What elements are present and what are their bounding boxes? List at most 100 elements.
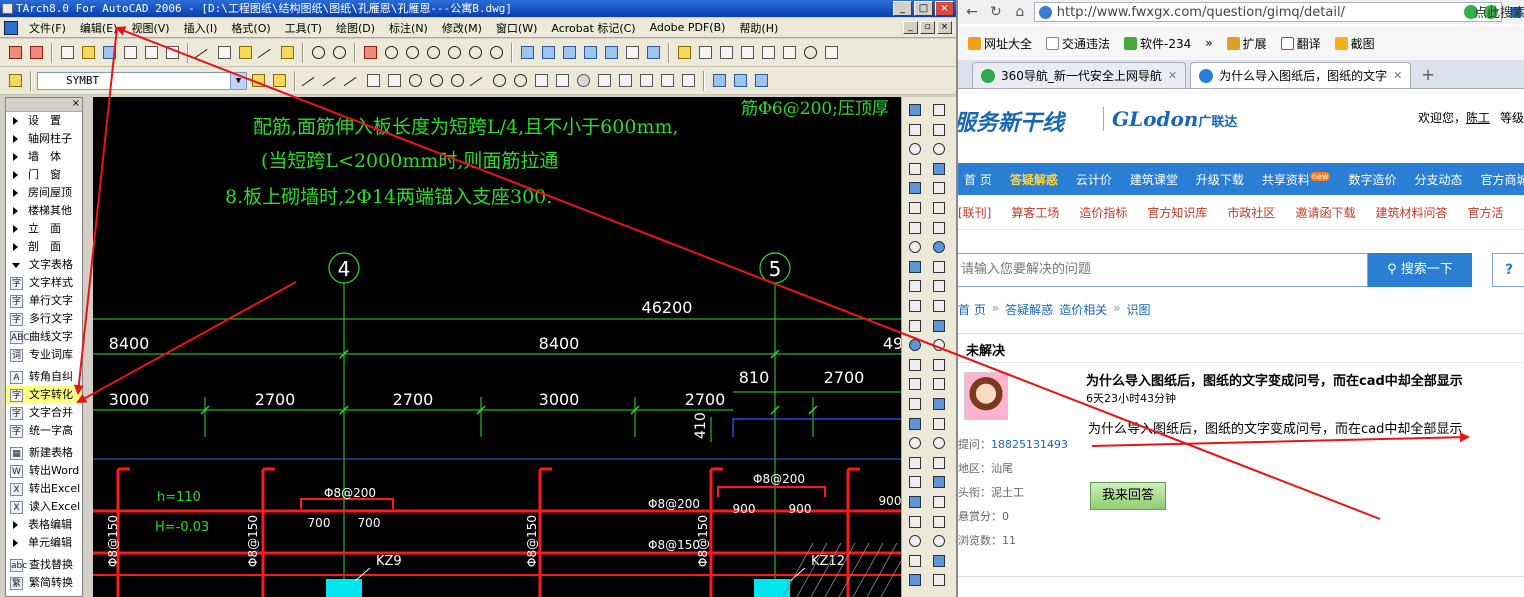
nav-secondary-item[interactable]: 造价指标 (1079, 204, 1127, 221)
center-mark-icon[interactable] (930, 571, 949, 590)
menu-help[interactable]: 帮助(H) (732, 20, 785, 36)
tool-palettes-icon[interactable] (560, 43, 579, 62)
3d-box-icon[interactable] (906, 140, 925, 159)
screen-menu-item[interactable]: W 转出Word (6, 462, 82, 480)
properties-icon[interactable] (518, 43, 537, 62)
nav-primary-item[interactable]: 答疑解惑 (1010, 171, 1058, 188)
screen-menu-item[interactable]: 字文字合并 (6, 404, 82, 422)
align-icon[interactable] (906, 258, 925, 277)
new-file-icon[interactable] (58, 43, 77, 62)
make-block-icon[interactable] (553, 71, 572, 90)
screen-menu-item[interactable]: 楼梯其他 (6, 202, 82, 220)
dimension-ordinate-icon[interactable] (906, 434, 925, 453)
undo-icon[interactable] (309, 43, 328, 62)
layer-select[interactable]: SYMBT ▼ (37, 71, 247, 90)
layer-icon[interactable] (930, 121, 949, 140)
bookmark-software[interactable]: 软件-234 (1124, 35, 1191, 52)
menu-draw[interactable]: 绘图(D) (329, 20, 382, 36)
offset-icon[interactable] (738, 43, 757, 62)
cut-icon[interactable] (194, 43, 215, 69)
render-icon[interactable] (906, 317, 925, 336)
center-mark-icon[interactable] (906, 571, 925, 590)
search-button[interactable]: ⚲ 搜索一下 (1368, 253, 1472, 287)
wedge-icon[interactable] (906, 219, 925, 238)
zoom-extents-icon[interactable] (466, 43, 485, 62)
leader-icon[interactable] (752, 71, 771, 90)
brand-logo[interactable]: GLodon广联达 (1103, 107, 1237, 131)
screenshot-button[interactable]: 截图 (1334, 35, 1375, 52)
screen-menu-item[interactable]: A 转角自纠 (6, 368, 82, 386)
minimize-button[interactable]: _ (893, 1, 912, 16)
print-icon[interactable] (121, 43, 140, 62)
dimension-angular-icon[interactable] (906, 473, 925, 492)
layer-icon[interactable] (906, 121, 925, 140)
nav-secondary-item[interactable]: [联刊] (958, 204, 991, 221)
translate-button[interactable]: 翻译 (1280, 35, 1321, 52)
block-editor-icon[interactable] (278, 43, 297, 62)
tarch-icon[interactable] (6, 43, 25, 62)
rectangle-icon[interactable] (385, 71, 404, 90)
crumb-home[interactable]: 首 页 (958, 301, 986, 319)
screen-menu-item[interactable]: ▦ 新建表格 (6, 444, 82, 462)
mirror-icon[interactable] (717, 43, 736, 62)
dimension-angular-icon[interactable] (930, 473, 949, 492)
menu-modify[interactable]: 修改(M) (435, 20, 489, 36)
continue-dim-icon[interactable] (930, 532, 949, 551)
crumb-drawing[interactable]: 识图 (1127, 301, 1151, 319)
point-icon[interactable] (574, 71, 593, 90)
help-button[interactable]: ? (1492, 253, 1524, 287)
arc-icon[interactable] (406, 71, 425, 90)
screen-menu-item[interactable]: 剖 面 (6, 238, 82, 256)
screen-menu-item[interactable]: abc 查找替换 (6, 556, 82, 574)
match-properties-icon[interactable] (257, 43, 278, 69)
menu-format[interactable]: 格式(O) (224, 20, 277, 36)
help-icon[interactable] (644, 43, 663, 62)
sheet-set-icon[interactable] (581, 43, 600, 62)
orbit-icon[interactable] (906, 297, 925, 316)
search-shortcut[interactable]: 点此搜索 (1474, 2, 1524, 21)
gradient-icon[interactable] (616, 71, 635, 90)
doc-minimize-button[interactable]: _ (903, 21, 918, 34)
publish-icon[interactable] (163, 43, 182, 62)
screen-menu-item[interactable]: 字统一字高 (6, 422, 82, 440)
menu-insert[interactable]: 插入(I) (177, 20, 225, 36)
menu-dimension[interactable]: 标注(N) (382, 20, 435, 36)
light-icon[interactable] (930, 336, 949, 355)
pan-icon[interactable] (361, 43, 380, 62)
close-icon[interactable]: ✕ (1393, 69, 1402, 82)
nav-primary-item[interactable]: 官方商城 (1480, 171, 1524, 188)
dimension-ordinate-icon[interactable] (930, 434, 949, 453)
zoom-previous-icon[interactable] (487, 43, 506, 62)
menu-tools[interactable]: 工具(T) (278, 20, 329, 36)
sphere-icon[interactable] (906, 179, 925, 198)
nav-primary-item[interactable]: 首 页 (964, 171, 992, 188)
dimension-style-icon[interactable] (731, 71, 750, 90)
make-current-layer-icon[interactable] (249, 71, 268, 90)
close-icon[interactable]: × (72, 98, 80, 110)
polygon-icon[interactable] (364, 71, 383, 90)
menu-window[interactable]: 窗口(W) (489, 20, 544, 36)
screen-menu-item[interactable]: 字文字转化 (6, 386, 82, 404)
screen-menu-item[interactable]: 繁繁简转换 (6, 574, 82, 592)
chevron-down-icon[interactable]: ▼ (230, 72, 246, 89)
screen-menu-item[interactable]: X 读入Excel (6, 498, 82, 516)
render-icon[interactable] (930, 317, 949, 336)
screen-menu-item[interactable]: 轴网柱子 (6, 130, 82, 148)
tarch-tool-icon[interactable] (27, 43, 46, 62)
nav-secondary-item[interactable]: 建筑材料问答 (1375, 204, 1447, 221)
construction-line-icon[interactable] (322, 71, 343, 97)
continue-dim-icon[interactable] (906, 532, 925, 551)
text-style-icon[interactable] (930, 238, 949, 257)
copy-icon[interactable] (215, 43, 234, 62)
user-link[interactable]: 陈工 (1466, 111, 1490, 125)
screen-menu-item[interactable]: 房间屋顶 (6, 184, 82, 202)
menu-adobe-pdf[interactable]: Adobe PDF(B) (643, 21, 733, 34)
bookmark-site-nav[interactable]: 网址大全 (968, 35, 1032, 52)
zoom-out-icon[interactable] (445, 43, 464, 62)
polyline-edit-icon[interactable] (930, 101, 949, 120)
screen-menu-item[interactable]: 表格编辑 (6, 516, 82, 534)
nav-secondary-item[interactable]: 官方活 (1467, 204, 1503, 221)
3d-solid-icon[interactable] (930, 160, 949, 179)
polyline-icon[interactable] (343, 71, 364, 97)
close-icon[interactable]: ✕ (1168, 69, 1177, 82)
